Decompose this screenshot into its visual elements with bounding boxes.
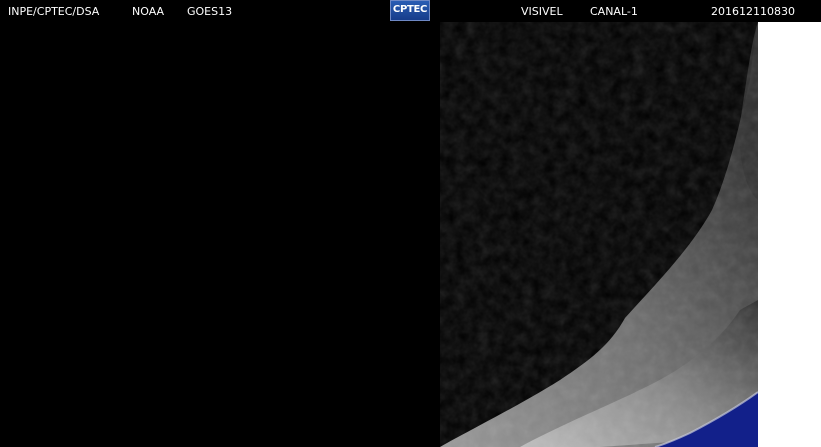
channel-label: CANAL-1: [590, 5, 638, 18]
band-label: VISIVEL: [521, 5, 563, 18]
agency-label: NOAA: [132, 5, 165, 18]
header-bar: INPE/CPTEC/DSA NOAA GOES13 CPTEC VISIVEL…: [0, 0, 821, 22]
institution-label: INPE/CPTEC/DSA: [8, 5, 100, 18]
cptec-logo: CPTEC: [390, 0, 430, 21]
timestamp-label: 201612110830: [711, 5, 795, 18]
white-margin: [758, 22, 821, 447]
cloud-texture: [440, 22, 758, 447]
satellite-image: [440, 22, 758, 447]
satellite-label: GOES13: [187, 5, 233, 18]
logo-text: CPTEC: [392, 4, 428, 15]
